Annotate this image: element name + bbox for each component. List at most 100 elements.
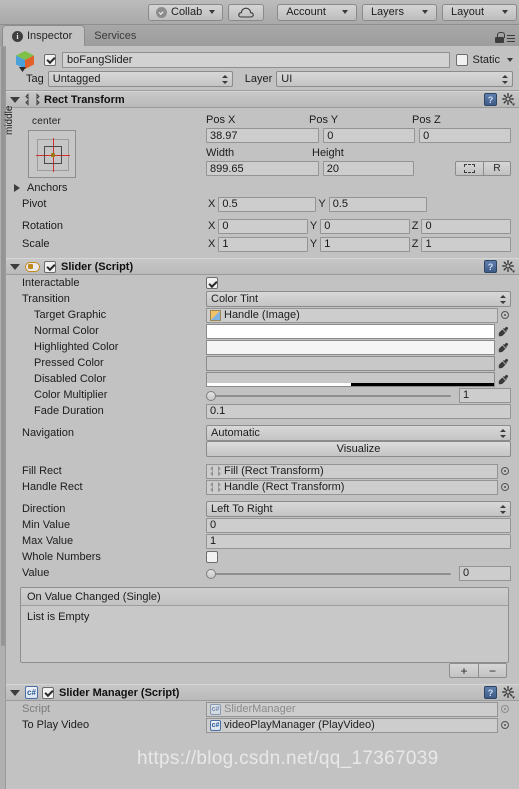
rotation-x-field[interactable]: 0 <box>218 218 308 234</box>
visualize-button[interactable]: Visualize <box>206 441 511 457</box>
transition-dropdown[interactable]: Color Tint <box>206 291 511 307</box>
to-play-video-field[interactable]: c# videoPlayManager (PlayVideo) <box>206 717 498 733</box>
account-button[interactable]: Account <box>277 3 357 21</box>
static-label: Static <box>472 53 500 66</box>
layers-label: Layers <box>370 6 404 18</box>
highlighted-color-swatch[interactable] <box>206 339 495 355</box>
slider-manager-enabled-checkbox[interactable] <box>42 686 54 699</box>
max-value-row: Max Value 1 <box>6 533 519 549</box>
target-graphic-picker-button[interactable] <box>498 311 511 319</box>
rect-transform-header[interactable]: Rect Transform ? <box>6 91 519 108</box>
pos-y-field[interactable]: 0 <box>323 128 416 143</box>
normal-color-swatch[interactable] <box>206 323 495 339</box>
foldout-arrow-icon[interactable] <box>10 689 20 696</box>
gameobject-enabled-checkbox[interactable] <box>44 53 56 66</box>
lock-icon[interactable] <box>495 32 505 43</box>
help-icon[interactable]: ? <box>484 260 497 273</box>
remove-event-button[interactable]: − <box>478 664 506 677</box>
collab-button[interactable]: Collab <box>148 3 224 21</box>
direction-label: Direction <box>22 503 66 515</box>
whole-numbers-checkbox[interactable] <box>206 551 218 563</box>
rotation-z-field[interactable]: 0 <box>421 218 512 234</box>
rotation-y-field[interactable]: 0 <box>320 218 410 234</box>
tag-dropdown[interactable]: Untagged <box>47 71 233 87</box>
target-graphic-label: Target Graphic <box>34 309 107 321</box>
tab-services-label: Services <box>94 30 137 42</box>
eyedropper-icon[interactable] <box>495 342 511 353</box>
gameobject-name-row: boFangSlider Static <box>44 51 513 68</box>
foldout-arrow-icon[interactable] <box>10 263 20 270</box>
eyedropper-icon[interactable] <box>495 358 511 369</box>
handle-rect-picker-button[interactable] <box>498 483 511 491</box>
eyedropper-icon[interactable] <box>495 326 511 337</box>
blueprint-mode-button[interactable] <box>455 161 483 176</box>
foldout-arrow-icon[interactable] <box>14 184 20 192</box>
value-slider[interactable] <box>206 566 453 581</box>
slider-manager-header[interactable]: c# Slider Manager (Script) ? <box>6 684 519 701</box>
chevron-down-icon <box>502 10 508 14</box>
raw-edit-mode-button[interactable]: R <box>483 161 511 176</box>
layers-button[interactable]: Layers <box>361 3 437 21</box>
alpha-bar <box>207 382 494 386</box>
layer-dropdown[interactable]: UI <box>276 71 513 87</box>
foldout-arrow-icon[interactable] <box>10 96 20 103</box>
navigation-dropdown[interactable]: Automatic <box>206 425 511 441</box>
fade-duration-field[interactable]: 0.1 <box>206 403 511 419</box>
pos-x-field[interactable]: 38.97 <box>206 128 320 143</box>
color-multiplier-slider[interactable] <box>206 388 453 403</box>
add-event-button[interactable]: + <box>450 664 478 677</box>
scrollbar-thumb[interactable] <box>1 46 5 646</box>
tab-services[interactable]: Services <box>85 26 148 46</box>
handle-rect-field[interactable]: Handle (Rect Transform) <box>206 479 498 495</box>
gameobject-name-field[interactable]: boFangSlider <box>62 51 451 68</box>
chevron-down-icon[interactable] <box>507 57 513 62</box>
disabled-color-swatch[interactable] <box>206 371 495 387</box>
eyedropper-icon[interactable] <box>495 374 511 385</box>
gear-icon[interactable] <box>502 686 515 699</box>
help-icon[interactable]: ? <box>484 686 497 699</box>
width-field[interactable]: 899.65 <box>206 161 319 176</box>
layout-button[interactable]: Layout <box>441 3 517 21</box>
color-multiplier-label: Color Multiplier <box>34 389 108 401</box>
updown-arrows-icon <box>499 428 506 439</box>
to-play-video-picker-button[interactable] <box>498 721 511 729</box>
scale-label: Scale <box>22 238 50 250</box>
anchor-preset-widget[interactable] <box>28 130 76 178</box>
target-graphic-field[interactable]: Handle (Image) <box>206 307 498 323</box>
updown-arrows-icon <box>221 74 228 85</box>
scale-x-field[interactable]: 1 <box>218 236 308 252</box>
anchors-foldout-row[interactable]: Anchors <box>6 180 511 196</box>
fade-duration-label: Fade Duration <box>34 405 104 417</box>
help-icon[interactable]: ? <box>484 93 497 106</box>
color-multiplier-value-field[interactable]: 1 <box>459 387 511 403</box>
static-checkbox[interactable] <box>456 53 469 66</box>
tag-layer-row: Tag Untagged Layer UI <box>26 71 513 87</box>
tag-label: Tag <box>26 73 44 85</box>
max-value-field[interactable]: 1 <box>206 533 511 549</box>
pivot-y-field[interactable]: 0.5 <box>328 196 427 212</box>
size-fields-row: 899.65 20 <box>206 161 414 176</box>
direction-dropdown[interactable]: Left To Right <box>206 501 511 517</box>
fill-rect-picker-button[interactable] <box>498 467 511 475</box>
slider-handle[interactable] <box>206 390 216 401</box>
gear-icon[interactable] <box>502 93 515 106</box>
min-value-field[interactable]: 0 <box>206 517 511 533</box>
fill-rect-field[interactable]: Fill (Rect Transform) <box>206 463 498 479</box>
gear-icon[interactable] <box>502 260 515 273</box>
fill-rect-value: Fill (Rect Transform) <box>224 465 324 477</box>
slider-component-header[interactable]: Slider (Script) ? <box>6 258 519 275</box>
slider-enabled-checkbox[interactable] <box>44 260 56 273</box>
tab-inspector[interactable]: i Inspector <box>2 25 86 46</box>
scale-z-field[interactable]: 1 <box>421 236 512 252</box>
value-number-field[interactable]: 0 <box>459 565 511 581</box>
scale-y-field[interactable]: 1 <box>320 236 410 252</box>
cloud-button[interactable] <box>228 3 265 21</box>
pos-z-field[interactable]: 0 <box>419 128 511 143</box>
panel-menu-icon[interactable] <box>507 33 515 42</box>
pressed-color-swatch[interactable] <box>206 355 495 371</box>
layer-label: Layer <box>244 73 273 85</box>
height-field[interactable]: 20 <box>322 161 414 176</box>
slider-handle[interactable] <box>206 568 216 579</box>
interactable-checkbox[interactable] <box>206 277 218 289</box>
pivot-x-field[interactable]: 0.5 <box>218 196 317 212</box>
